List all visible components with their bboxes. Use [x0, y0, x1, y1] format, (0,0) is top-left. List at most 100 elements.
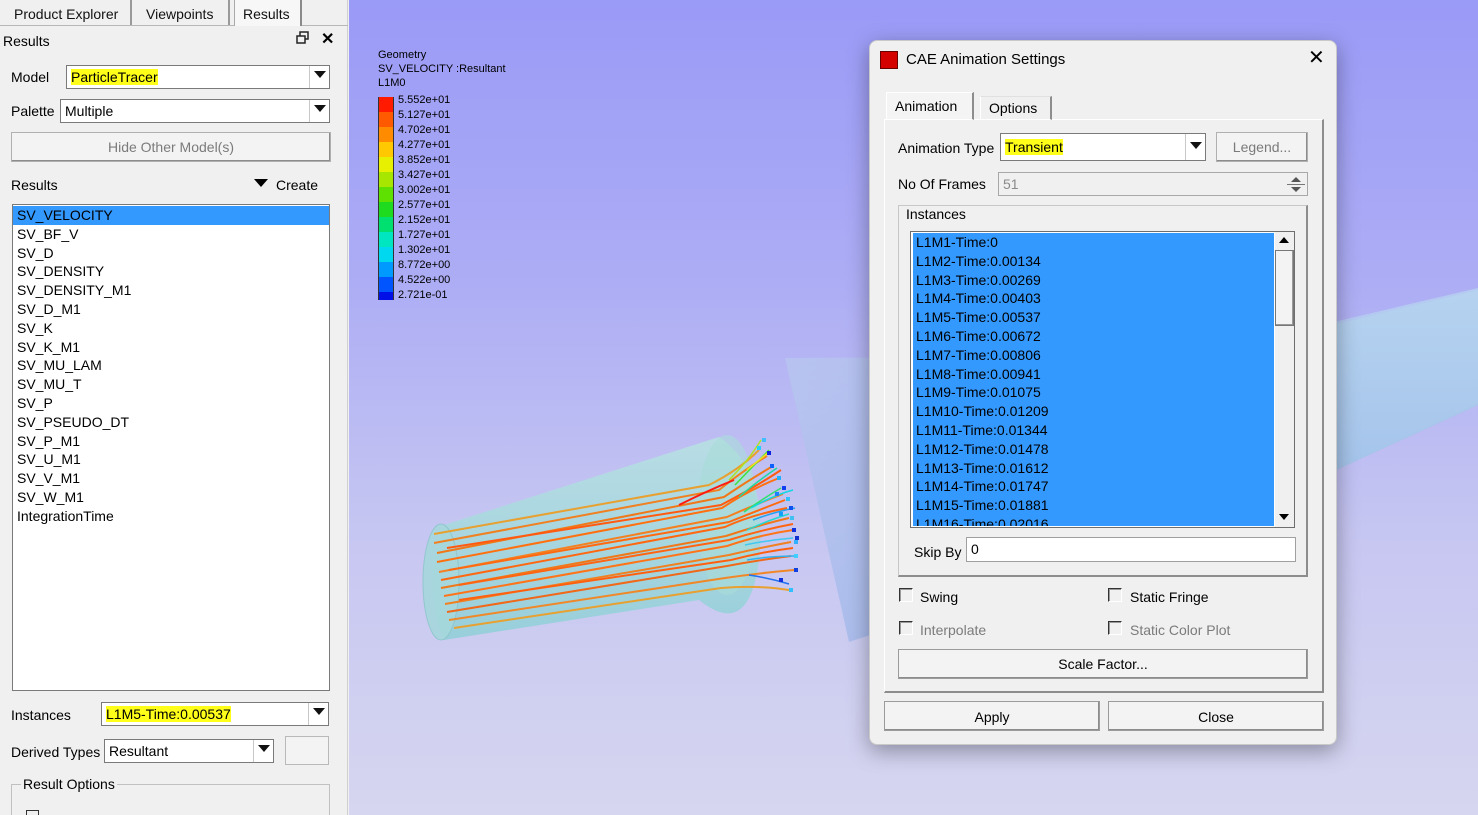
scroll-up-icon[interactable] [1279, 237, 1289, 243]
frames-spinbox[interactable]: 51 [998, 172, 1308, 196]
interpolate-checkbox[interactable] [899, 621, 913, 635]
list-item[interactable]: L1M14-Time:0.01747 [913, 477, 1274, 496]
legend-value: 3.852e+01 [398, 154, 451, 166]
list-item[interactable]: L1M10-Time:0.01209 [913, 402, 1274, 421]
legend-value: 1.727e+01 [398, 229, 451, 241]
close-button[interactable]: Close [1108, 701, 1324, 731]
list-item[interactable]: SV_K [13, 319, 329, 338]
list-item[interactable]: L1M11-Time:0.01344 [913, 421, 1274, 440]
swing-checkbox[interactable] [899, 588, 913, 602]
spin-down-icon[interactable] [1291, 187, 1301, 192]
panel-tabs: Product Explorer Viewpoints Results [0, 0, 348, 26]
restore-window-icon[interactable] [296, 31, 310, 45]
legend-button[interactable]: Legend... [1216, 132, 1308, 162]
particle [792, 528, 796, 532]
list-item[interactable]: SV_W_M1 [13, 488, 329, 507]
static-fringe-label: Static Fringe [1130, 589, 1209, 605]
create-button[interactable]: Create [276, 177, 318, 193]
static-fringe-checkbox[interactable] [1108, 588, 1122, 602]
chevron-down-icon [314, 71, 326, 78]
static-color-plot-checkbox[interactable] [1108, 621, 1122, 635]
animation-type-value: Transient [1005, 139, 1063, 155]
palette-select[interactable]: Multiple [60, 99, 330, 123]
vertical-scrollbar[interactable] [1275, 232, 1294, 527]
result-options-checkbox[interactable] [26, 810, 39, 815]
list-item[interactable]: SV_P [13, 394, 329, 413]
skip-by-label: Skip By [914, 544, 962, 560]
list-item[interactable]: SV_VELOCITY [13, 206, 329, 225]
list-item[interactable]: L1M13-Time:0.01612 [913, 459, 1274, 478]
tab-options[interactable]: Options [980, 96, 1052, 120]
list-item[interactable]: L1M3-Time:0.00269 [913, 271, 1274, 290]
list-item[interactable]: SV_PSEUDO_DT [13, 413, 329, 432]
create-dropdown-icon[interactable] [254, 179, 268, 187]
list-item[interactable]: L1M8-Time:0.00941 [913, 365, 1274, 384]
scrollbar-thumb[interactable] [1275, 250, 1294, 326]
list-item[interactable]: SV_MU_T [13, 375, 329, 394]
list-item[interactable]: L1M15-Time:0.01881 [913, 496, 1274, 515]
model-select[interactable]: ParticleTracer [66, 65, 330, 89]
list-item[interactable]: SV_V_M1 [13, 469, 329, 488]
derived-types-label: Derived Types [11, 744, 101, 760]
list-item[interactable]: IntegrationTime [13, 507, 329, 526]
tab-animation[interactable]: Animation [886, 92, 974, 120]
legend-value: 1.302e+01 [398, 244, 451, 256]
list-item[interactable]: SV_MU_LAM [13, 356, 329, 375]
list-item[interactable]: L1M5-Time:0.00537 [913, 308, 1274, 327]
particle [779, 512, 783, 516]
list-item[interactable]: SV_K_M1 [13, 338, 329, 357]
dropdown-button[interactable] [308, 703, 328, 725]
list-item[interactable]: SV_D_M1 [13, 300, 329, 319]
derived-types-extra-button[interactable] [285, 736, 329, 765]
scroll-down-icon[interactable] [1279, 514, 1289, 520]
list-item[interactable]: L1M6-Time:0.00672 [913, 327, 1274, 346]
list-item[interactable]: L1M9-Time:0.01075 [913, 383, 1274, 402]
app-logo-icon [880, 51, 898, 69]
hide-other-models-button[interactable]: Hide Other Model(s) [11, 132, 331, 162]
dropdown-button[interactable] [309, 66, 329, 88]
list-item[interactable]: SV_DENSITY [13, 262, 329, 281]
particle [775, 492, 779, 496]
list-item[interactable]: SV_DENSITY_M1 [13, 281, 329, 300]
legend-swatch [378, 292, 394, 300]
particle [786, 497, 790, 501]
spin-up-icon[interactable] [1291, 177, 1301, 182]
legend-swatch [378, 217, 394, 232]
legend-value: 5.552e+01 [398, 94, 451, 106]
tab-viewpoints[interactable]: Viewpoints [138, 0, 230, 26]
close-icon[interactable]: ✕ [1308, 47, 1325, 69]
skip-by-input[interactable]: 0 [966, 537, 1296, 562]
close-panel-icon[interactable]: ✕ [321, 29, 334, 49]
list-item[interactable]: L1M7-Time:0.00806 [913, 346, 1274, 365]
particle [757, 446, 761, 450]
list-item[interactable]: L1M2-Time:0.00134 [913, 252, 1274, 271]
legend-swatch [378, 187, 394, 202]
derived-types-value: Resultant [109, 743, 169, 759]
instances-select[interactable]: L1M5-Time:0.00537 [101, 702, 329, 726]
instances-items[interactable]: L1M1-Time:0 L1M2-Time:0.00134 L1M3-Time:0.… [913, 233, 1274, 526]
list-item[interactable]: SV_D [13, 244, 329, 263]
dropdown-button[interactable] [309, 100, 329, 122]
results-list[interactable]: SV_VELOCITY SV_BF_V SV_D SV_DENSITY SV_DENSI… [12, 204, 330, 691]
particle [767, 451, 771, 455]
tab-product-explorer[interactable]: Product Explorer [6, 0, 132, 26]
legend-value: 5.127e+01 [398, 109, 451, 121]
list-item[interactable]: SV_U_M1 [13, 450, 329, 469]
list-item[interactable]: L1M1-Time:0 [913, 233, 1274, 252]
dropdown-button[interactable] [253, 740, 273, 762]
list-item[interactable]: L1M12-Time:0.01478 [913, 440, 1274, 459]
list-item[interactable]: SV_P_M1 [13, 432, 329, 451]
instances-list[interactable]: L1M1-Time:0 L1M2-Time:0.00134 L1M3-Time:0.… [910, 231, 1295, 528]
legend-swatch [378, 127, 394, 142]
list-item[interactable]: SV_BF_V [13, 225, 329, 244]
animation-type-select[interactable]: Transient [1000, 133, 1206, 161]
list-item[interactable]: L1M4-Time:0.00403 [913, 289, 1274, 308]
list-item[interactable]: L1M16-Time:0.02016 [913, 515, 1274, 526]
scale-factor-button[interactable]: Scale Factor... [898, 649, 1308, 679]
dropdown-button[interactable] [1185, 134, 1205, 160]
apply-button[interactable]: Apply [884, 701, 1100, 731]
tab-results[interactable]: Results [234, 0, 302, 26]
tab-divider [0, 25, 234, 26]
particle [782, 486, 786, 490]
derived-types-select[interactable]: Resultant [104, 739, 274, 763]
